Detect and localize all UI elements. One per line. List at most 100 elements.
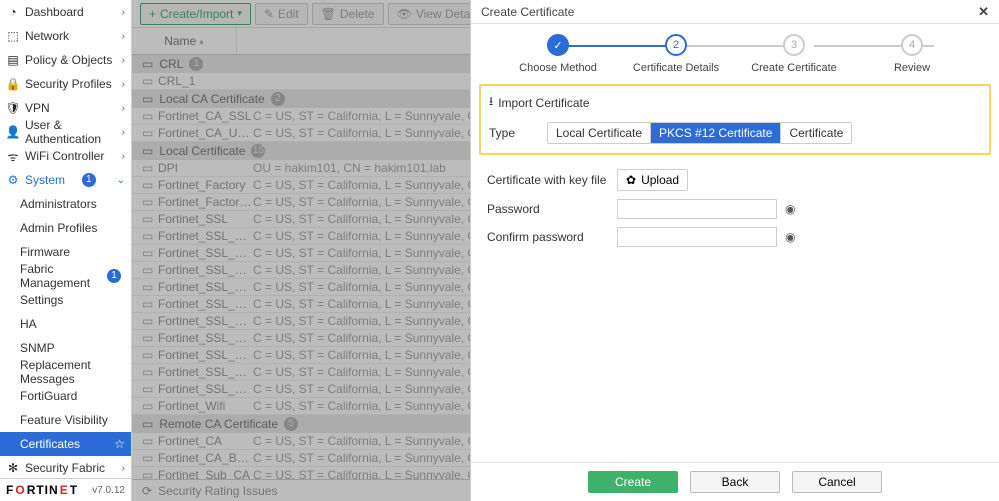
chevron-right-icon: › xyxy=(122,127,125,138)
seg-cert[interactable]: Certificate xyxy=(780,123,851,143)
fabric-icon: ✻ xyxy=(6,461,20,475)
modal-title: Create Certificate xyxy=(481,5,574,19)
caret-down-icon: ▾ xyxy=(237,8,242,19)
chevron-down-icon: ⌄ xyxy=(117,175,125,186)
cert-icon: ▭ xyxy=(142,178,154,192)
chevron-right-icon: › xyxy=(122,55,125,66)
shield-icon: 🛡 xyxy=(6,101,20,115)
cert-icon: ▭ xyxy=(142,212,154,226)
lock-icon: 🔒 xyxy=(6,77,20,91)
import-icon: ⭳ xyxy=(489,92,493,113)
wifi-icon: ᯤ xyxy=(6,148,20,165)
cert-icon: ▭ xyxy=(142,365,154,379)
password-label: Password xyxy=(487,202,617,216)
cert-key-label: Certificate with key file xyxy=(487,173,617,187)
user-icon: 👤 xyxy=(6,125,20,139)
form-area: Certificate with key file ✿Upload Passwo… xyxy=(471,159,999,462)
cert-key-row: Certificate with key file ✿Upload xyxy=(487,165,983,195)
section-title: ⭳Import Certificate xyxy=(489,92,981,119)
badge: 1 xyxy=(82,173,96,187)
subnav-certificates[interactable]: Certificates☆ xyxy=(0,432,131,456)
seg-local[interactable]: Local Certificate xyxy=(548,123,650,143)
cancel-button[interactable]: Cancel xyxy=(792,471,882,493)
cert-icon: ▭ xyxy=(142,434,154,448)
close-icon[interactable]: ✕ xyxy=(978,4,989,20)
cert-icon: ▭ xyxy=(142,382,154,396)
nav-vpn[interactable]: 🛡VPN› xyxy=(0,96,131,120)
step-4: 4Review xyxy=(853,34,971,74)
password-row: Password ◉ xyxy=(487,195,983,223)
confirm-password-input[interactable] xyxy=(617,227,777,247)
chevron-right-icon: › xyxy=(122,103,125,114)
cert-icon: ▭ xyxy=(142,280,154,294)
star-icon: ☆ xyxy=(114,437,125,451)
create-button[interactable]: Create xyxy=(588,471,678,493)
nav-network[interactable]: ⬚Network› xyxy=(0,24,131,48)
cert-icon: ▭ xyxy=(142,246,154,260)
chevron-right-icon: › xyxy=(122,31,125,42)
document-icon: ▤ xyxy=(6,53,20,67)
subnav-replmsg[interactable]: Replacement Messages xyxy=(0,360,131,384)
brand-logo: FORTINET xyxy=(6,483,78,497)
nav-userauth[interactable]: 👤User & Authentication› xyxy=(0,120,131,144)
subnav-adminprofiles[interactable]: Admin Profiles xyxy=(0,216,131,240)
cert-icon: ▭ xyxy=(142,229,154,243)
upload-icon: ✿ xyxy=(626,173,636,187)
create-import-button[interactable]: + Create/Import▾ xyxy=(140,3,251,25)
cube-icon: ⬚ xyxy=(6,29,20,43)
step-1: ✓Choose Method xyxy=(499,34,617,74)
cert-icon: ▭ xyxy=(142,451,154,465)
nav-secprof[interactable]: 🔒Security Profiles› xyxy=(0,72,131,96)
cert-icon: ▭ xyxy=(142,331,154,345)
cert-icon: ▭ xyxy=(142,109,154,123)
chevron-right-icon: › xyxy=(122,7,125,18)
cert-icon: ▭ xyxy=(142,468,154,479)
nav-secfabric[interactable]: ✻Security Fabric› xyxy=(0,456,131,478)
type-row: Type Local Certificate PKCS #12 Certific… xyxy=(489,119,981,147)
nav-system[interactable]: ⚙System1⌄ xyxy=(0,168,131,192)
modal-footer: Create Back Cancel xyxy=(471,462,999,501)
step-line xyxy=(552,45,672,47)
subnav-administrators[interactable]: Administrators xyxy=(0,192,131,216)
subnav-ha[interactable]: HA xyxy=(0,312,131,336)
cert-icon: ▭ xyxy=(142,263,154,277)
cert-icon: ▭ xyxy=(142,195,154,209)
chevron-right-icon: › xyxy=(122,79,125,90)
step-2: 2Certificate Details xyxy=(617,34,735,74)
seg-pkcs12[interactable]: PKCS #12 Certificate xyxy=(650,123,780,143)
eye-icon[interactable]: ◉ xyxy=(785,230,795,244)
warn-icon: ⟳ xyxy=(142,484,152,498)
cert-icon: ▭ xyxy=(142,74,154,88)
modal-header: Create Certificate ✕ xyxy=(471,0,999,24)
subnav-fortiguard[interactable]: FortiGuard xyxy=(0,384,131,408)
confirm-password-label: Confirm password xyxy=(487,230,617,244)
subnav-firmware[interactable]: Firmware xyxy=(0,240,131,264)
cert-icon: ▭ xyxy=(142,297,154,311)
wizard-steps: ✓Choose Method 2Certificate Details 3Cre… xyxy=(471,24,999,80)
subnav-settings[interactable]: Settings xyxy=(0,288,131,312)
version-label: v7.0.12 xyxy=(92,485,125,496)
sidebar: ◔Dashboard› ⬚Network› ▤Policy & Objects›… xyxy=(0,0,132,501)
cert-icon: ▭ xyxy=(142,348,154,362)
chevron-right-icon: › xyxy=(122,463,125,474)
delete-button[interactable]: 🗑 Delete xyxy=(312,3,384,25)
import-section: ⭳Import Certificate Type Local Certifica… xyxy=(479,84,991,155)
nav-policy[interactable]: ▤Policy & Objects› xyxy=(0,48,131,72)
upload-button[interactable]: ✿Upload xyxy=(617,169,688,191)
cert-icon: ▭ xyxy=(142,161,154,175)
create-certificate-modal: Create Certificate ✕ ✓Choose Method 2Cer… xyxy=(470,0,999,501)
confirm-password-row: Confirm password ◉ xyxy=(487,223,983,251)
eye-icon[interactable]: ◉ xyxy=(785,202,795,216)
type-segment: Local Certificate PKCS #12 Certificate C… xyxy=(547,122,852,144)
password-input[interactable] xyxy=(617,199,777,219)
edit-button[interactable]: ✎ Edit xyxy=(255,3,308,25)
nav-wifi[interactable]: ᯤWiFi Controller› xyxy=(0,144,131,168)
subnav-featvis[interactable]: Feature Visibility xyxy=(0,408,131,432)
th-name[interactable]: Name♦ xyxy=(132,28,237,54)
sort-icon: ♦ xyxy=(196,37,204,47)
back-button[interactable]: Back xyxy=(690,471,780,493)
subnav-fabricmgmt[interactable]: Fabric Management1 xyxy=(0,264,131,288)
nav-dashboard[interactable]: ◔Dashboard› xyxy=(0,0,131,24)
subnav-snmp[interactable]: SNMP xyxy=(0,336,131,360)
type-label: Type xyxy=(489,126,537,140)
